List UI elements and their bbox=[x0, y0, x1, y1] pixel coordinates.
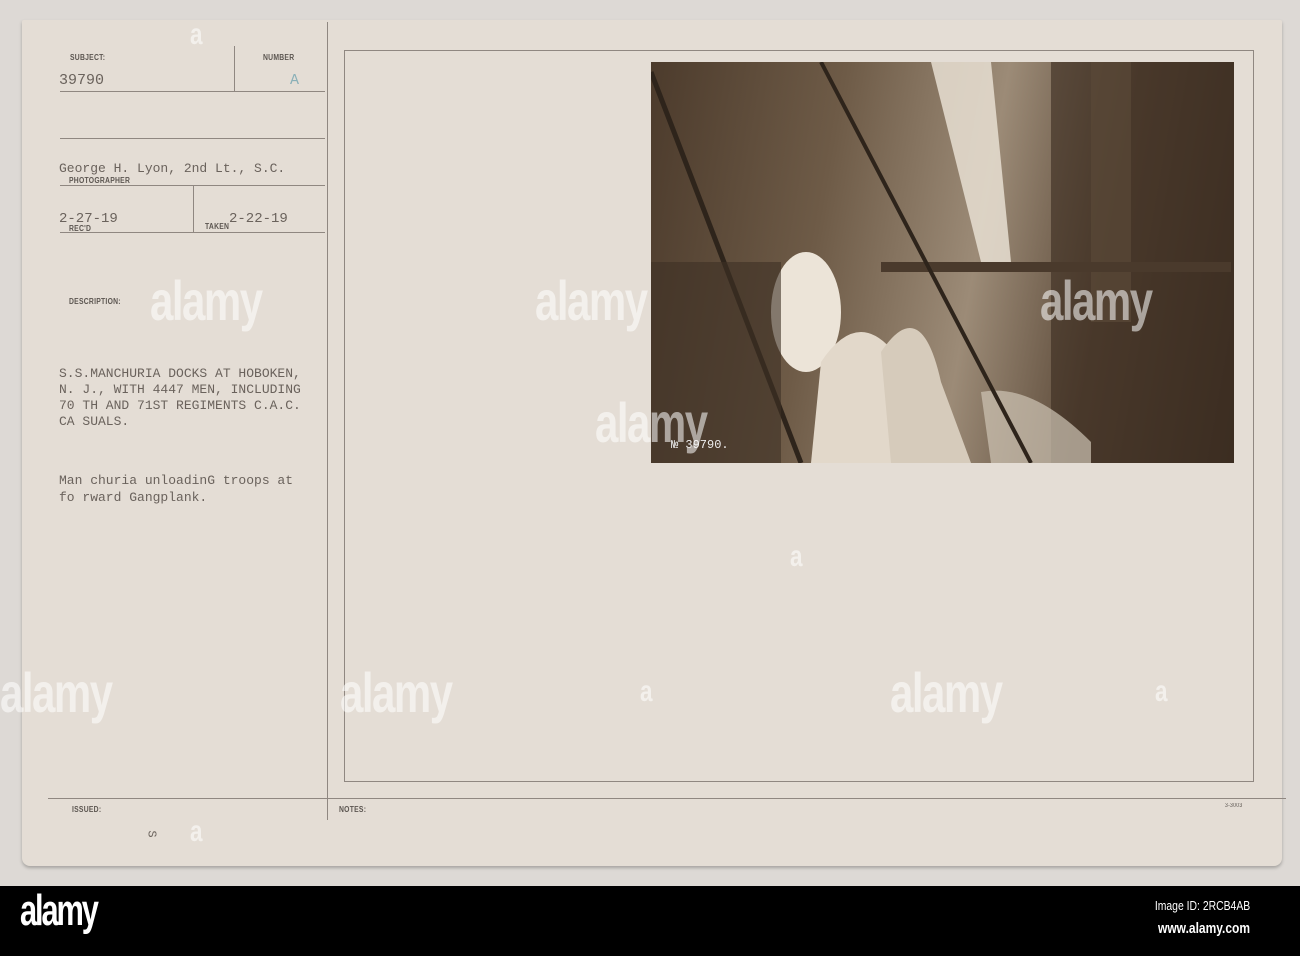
watermark-letter: a bbox=[790, 540, 802, 573]
website-link[interactable]: www.alamy.com bbox=[1158, 920, 1250, 937]
received-label: REC'D bbox=[69, 224, 92, 233]
taken-label: TAKEN bbox=[205, 222, 230, 231]
number-label: NUMBER bbox=[263, 53, 295, 62]
subject-value: 39790 bbox=[59, 72, 105, 89]
issued-mark: S bbox=[144, 830, 159, 838]
caption-line: Man churia unloadinG troops at bbox=[59, 473, 294, 488]
watermark-letter: a bbox=[1155, 675, 1167, 708]
caption-line: fo rward Gangplank. bbox=[59, 490, 208, 505]
column-divider bbox=[327, 22, 328, 820]
description-line: 70 TH AND 71ST REGIMENTS C.A.C. bbox=[59, 398, 301, 413]
form-code: 3-3003 bbox=[1225, 803, 1243, 809]
divider bbox=[60, 138, 325, 139]
image-id: Image ID: 2RCB4AB bbox=[1154, 898, 1250, 913]
alamy-watermark: alamy bbox=[595, 391, 708, 454]
ship-deck-scene bbox=[651, 62, 1234, 463]
alamy-watermark: alamy bbox=[150, 269, 263, 332]
alamy-watermark: alamy bbox=[0, 661, 113, 724]
alamy-watermark: alamy bbox=[1040, 269, 1153, 332]
taken-value: 2-22-19 bbox=[229, 211, 288, 227]
description-line: S.S.MANCHURIA DOCKS AT HOBOKEN, bbox=[59, 366, 301, 381]
notes-label: NOTES: bbox=[339, 805, 367, 814]
watermark-letter: a bbox=[640, 675, 652, 708]
photographer-label: PHOTOGRAPHER bbox=[69, 176, 131, 185]
archival-photograph: № 39790. bbox=[651, 62, 1234, 463]
divider bbox=[60, 232, 325, 233]
alamy-watermark: alamy bbox=[890, 661, 1003, 724]
alamy-watermark: alamy bbox=[340, 661, 453, 724]
divider bbox=[234, 46, 235, 92]
divider bbox=[60, 91, 325, 92]
alamy-watermark: alamy bbox=[535, 269, 648, 332]
watermark-letter: a bbox=[190, 815, 202, 848]
description-line: CA SUALS. bbox=[59, 414, 130, 429]
watermark-letter: a bbox=[190, 18, 202, 51]
description-line: N. J., WITH 4447 MEN, INCLUDING bbox=[59, 382, 301, 397]
alamy-footer-bar: alamy Image ID: 2RCB4AB www.alamy.com bbox=[0, 886, 1300, 956]
divider bbox=[193, 186, 194, 232]
number-value: A bbox=[290, 72, 300, 89]
bottom-divider bbox=[48, 798, 1286, 799]
description-label: DESCRIPTION: bbox=[69, 297, 121, 306]
alamy-logo: alamy bbox=[20, 886, 99, 935]
issued-label: ISSUED: bbox=[72, 805, 102, 814]
subject-label: SUBJECT: bbox=[70, 53, 106, 62]
photographer-value: George H. Lyon, 2nd Lt., S.C. bbox=[59, 161, 286, 176]
